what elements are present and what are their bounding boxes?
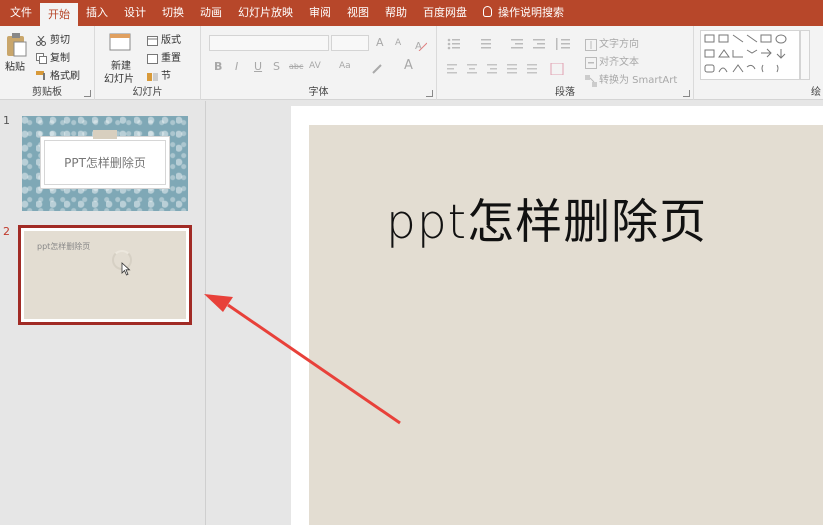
slide-editor: ppt怎样删除页 [207,101,823,525]
thumbnail-card: PPT怎样删除页 [40,136,170,189]
shadow-button[interactable]: S [273,60,280,73]
layout-icon [147,31,158,50]
reset-button[interactable]: 重置 [161,49,181,64]
thumbnail-2-title: ppt怎样删除页 [37,242,91,251]
copy-button[interactable]: 复制 [50,49,70,64]
tab-design[interactable]: 设计 [116,0,154,26]
slides-group-label: 幻灯片 [132,87,163,98]
tell-me-label: 操作说明搜索 [498,6,564,19]
slide-canvas[interactable]: ppt怎样删除页 [309,125,823,525]
tab-insert[interactable]: 插入 [78,0,116,26]
bold-button[interactable]: B [214,60,222,73]
paste-icon [7,33,27,57]
shapes-icon [704,34,787,73]
tab-transitions[interactable]: 切换 [154,0,192,26]
underline-button[interactable]: U [254,60,262,73]
paragraph-launcher-icon[interactable] [683,90,690,97]
tab-view[interactable]: 视图 [339,0,377,26]
drawing-group-label: 绘 [811,87,821,98]
drawing-group: 绘 [694,26,823,100]
new-slide-icon [109,33,131,51]
shapes-gallery[interactable] [700,30,800,80]
paste-button[interactable] [5,32,27,58]
indent-icon[interactable] [511,35,551,54]
tab-baidu-netdisk[interactable]: 百度网盘 [415,0,475,26]
line-spacing-icon[interactable] [555,35,571,54]
tab-animations[interactable]: 动画 [192,0,230,26]
clipboard-launcher-icon[interactable] [84,90,91,97]
tape-decoration [93,130,117,139]
text-direction-button[interactable]: 文字方向 [599,35,639,50]
font-color-button[interactable]: A [404,58,413,73]
strikethrough-button[interactable]: abc [289,62,303,71]
slide-number-2: 2 [3,225,10,238]
reset-icon [147,49,158,68]
tell-me-search[interactable]: 操作说明搜索 [475,0,572,26]
tab-help[interactable]: 帮助 [377,0,415,26]
font-launcher-icon[interactable] [426,90,433,97]
align-text-button[interactable]: 对齐文本 [599,53,639,68]
section-button[interactable]: 节 [161,67,171,82]
clipboard-group: 粘贴 剪切 复制 格式刷 剪贴板 [0,26,95,100]
copy-icon [36,49,47,68]
tab-review[interactable]: 审阅 [301,0,339,26]
shrink-font-button[interactable]: A [395,38,401,48]
shapes-scroll[interactable] [800,30,810,80]
font-group: A A A B I U S abc AV Aa A 字体 [201,26,437,100]
format-painter-button[interactable]: 格式刷 [50,67,80,82]
slide-thumbnails-pane[interactable]: 1 PPT怎样删除页 2 ppt怎样删除页 [0,101,206,525]
slide-thumbnail-2-content: ppt怎样删除页 [24,231,186,319]
font-group-label: 字体 [308,87,329,98]
new-slide-button[interactable] [109,31,131,53]
paste-label: 粘贴 [5,62,25,73]
scissors-icon [36,31,46,50]
highlight-icon[interactable] [371,60,383,79]
font-name-dropdown[interactable] [209,35,329,51]
text-direction-icon [585,36,597,55]
grow-font-button[interactable]: A [376,36,384,49]
cut-button[interactable]: 剪切 [50,31,70,46]
tab-slideshow[interactable]: 幻灯片放映 [230,0,301,26]
clipboard-group-label: 剪贴板 [32,87,62,98]
slides-group: 新建 幻灯片 版式 重置 节 幻灯片 [95,26,201,100]
slide-number-1: 1 [3,114,10,127]
lightbulb-icon [483,6,492,17]
layout-button[interactable]: 版式 [161,31,181,46]
clear-format-icon[interactable]: A [415,36,428,55]
slide-title[interactable]: ppt怎样删除页 [386,183,707,252]
ribbon: 粘贴 剪切 复制 格式刷 剪贴板 新建 幻灯片 版式 重置 节 幻灯片 A A … [0,26,823,100]
paragraph-group: 文字方向 对齐文本 转换为 SmartArt 段落 [437,26,694,100]
change-case-button[interactable]: Aa [339,61,351,71]
slide-thumbnail-1[interactable]: PPT怎样删除页 [22,116,188,211]
menu-bar: 文件 开始 插入 设计 切换 动画 幻灯片放映 审阅 视图 帮助 百度网盘 操作… [0,0,823,26]
thumbnail-1-title: PPT怎样删除页 [64,156,146,170]
slide-thumbnail-2[interactable]: ppt怎样删除页 [18,225,192,325]
font-size-dropdown[interactable] [331,35,369,51]
tab-file[interactable]: 文件 [2,0,40,26]
italic-button[interactable]: I [235,60,238,73]
align-text-icon [585,54,597,73]
char-spacing-button[interactable]: AV [309,61,321,71]
tab-home[interactable]: 开始 [40,3,78,26]
paragraph-group-label: 段落 [555,87,575,98]
powerpoint-window: 文件 开始 插入 设计 切换 动画 幻灯片放映 审阅 视图 帮助 百度网盘 操作… [0,0,823,525]
bullets-icon[interactable] [447,35,507,54]
mouse-cursor-icon [121,262,131,276]
align-icons[interactable] [447,60,567,79]
